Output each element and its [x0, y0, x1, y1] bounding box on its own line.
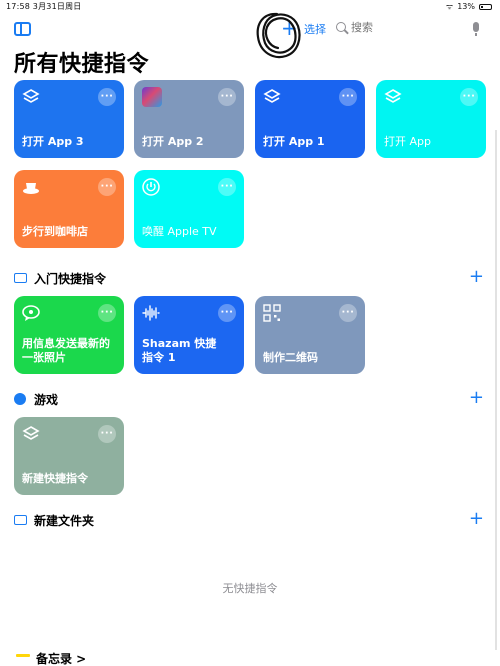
section-label: 入门快捷指令: [34, 272, 107, 286]
shortcut-title: 打开 App 3: [22, 135, 84, 148]
more-options-button[interactable]: ···: [460, 88, 478, 106]
layers-icon: [22, 89, 40, 103]
status-indicators: ᯤ 13%: [446, 1, 492, 12]
status-bar: 17:58 3月31日周日 ᯤ 13%: [0, 0, 500, 14]
scrollbar[interactable]: [495, 130, 497, 650]
shortcut-card-open-app-2[interactable]: ··· 打开 App 2: [134, 80, 244, 158]
more-options-button[interactable]: ···: [218, 178, 236, 196]
folder-icon: [14, 515, 27, 525]
battery-icon: [479, 3, 492, 10]
shortcut-title: 制作二维码: [263, 351, 318, 364]
layers-icon: [263, 89, 281, 103]
section-games[interactable]: 游戏 +: [14, 387, 484, 409]
shortcut-card-send-latest-photo[interactable]: ··· 用信息发送最新的 一张照片: [14, 296, 124, 374]
globe-icon: [14, 393, 26, 405]
more-options-button[interactable]: ···: [339, 304, 357, 322]
empty-state-text: 无快捷指令: [222, 582, 278, 595]
notes-app-icon: [16, 654, 30, 657]
section-label: 新建文件夹: [34, 514, 95, 528]
sidebar-toggle-icon[interactable]: [14, 22, 31, 36]
microphone-icon[interactable]: [473, 22, 479, 36]
section-label: 游戏: [34, 393, 59, 407]
shortcut-card-open-app-1[interactable]: ··· 打开 App 1: [255, 80, 365, 158]
shortcut-card-open-app-3[interactable]: ··· 打开 App 3: [14, 80, 124, 158]
add-to-section-button[interactable]: +: [469, 387, 484, 408]
shortcut-title: 打开 App 1: [263, 135, 325, 148]
shortcut-title: Shazam 快捷 指令 1: [142, 337, 217, 364]
shortcut-title: 新建快捷指令: [22, 472, 88, 485]
select-button[interactable]: 选择: [304, 21, 326, 37]
shortcut-card-walk-to-coffee[interactable]: ··· 步行到咖啡店: [14, 170, 124, 248]
more-options-button[interactable]: ···: [218, 88, 236, 106]
app-thumbnail-icon: [142, 87, 162, 107]
status-time-date: 17:58 3月31日周日: [6, 2, 82, 11]
shortcut-title: 用信息发送最新的 一张照片: [22, 337, 110, 364]
more-options-button[interactable]: ···: [98, 304, 116, 322]
shortcut-card-open-app[interactable]: ··· 打开 App: [376, 80, 486, 158]
scribble-annotation: [256, 12, 301, 59]
layers-icon: [22, 426, 40, 440]
qr-code-icon: [263, 304, 281, 322]
add-to-section-button[interactable]: +: [469, 266, 484, 287]
shortcut-card-wake-apple-tv[interactable]: ··· 唤醒 Apple TV: [134, 170, 244, 248]
section-getting-started[interactable]: 入门快捷指令 +: [14, 266, 484, 288]
shortcut-title: 打开 App: [384, 135, 431, 148]
page-title: 所有快捷指令: [14, 52, 150, 77]
shortcut-card-shazam[interactable]: ··· Shazam 快捷 指令 1: [134, 296, 244, 374]
more-options-button[interactable]: ···: [98, 88, 116, 106]
battery-percent: 13%: [457, 2, 475, 11]
section-new-folder[interactable]: 新建文件夹 +: [14, 508, 484, 530]
shortcut-title: 步行到咖啡店: [22, 225, 88, 238]
shortcut-card-make-qr-code[interactable]: ··· 制作二维码: [255, 296, 365, 374]
folder-icon: [14, 273, 27, 283]
shortcut-title: 打开 App 2: [142, 135, 204, 148]
search-icon: [336, 22, 346, 32]
notes-app-label[interactable]: 备忘录 >: [36, 650, 86, 666]
shortcut-card-new-shortcut[interactable]: ··· 新建快捷指令: [14, 417, 124, 495]
more-options-button[interactable]: ···: [98, 425, 116, 443]
more-options-button[interactable]: ···: [98, 178, 116, 196]
shortcut-title: 唤醒 Apple TV: [142, 225, 217, 238]
waveform-icon: [142, 305, 160, 321]
wifi-icon: ᯤ: [445, 2, 454, 11]
add-to-section-button[interactable]: +: [469, 508, 484, 529]
power-icon: [142, 178, 160, 196]
message-icon: [22, 305, 40, 321]
more-options-button[interactable]: ···: [218, 304, 236, 322]
more-options-button[interactable]: ···: [339, 88, 357, 106]
search-input[interactable]: [351, 21, 451, 34]
toolbar: + 选择: [0, 14, 500, 46]
layers-icon: [384, 89, 402, 103]
coffee-cup-icon: [23, 183, 39, 194]
